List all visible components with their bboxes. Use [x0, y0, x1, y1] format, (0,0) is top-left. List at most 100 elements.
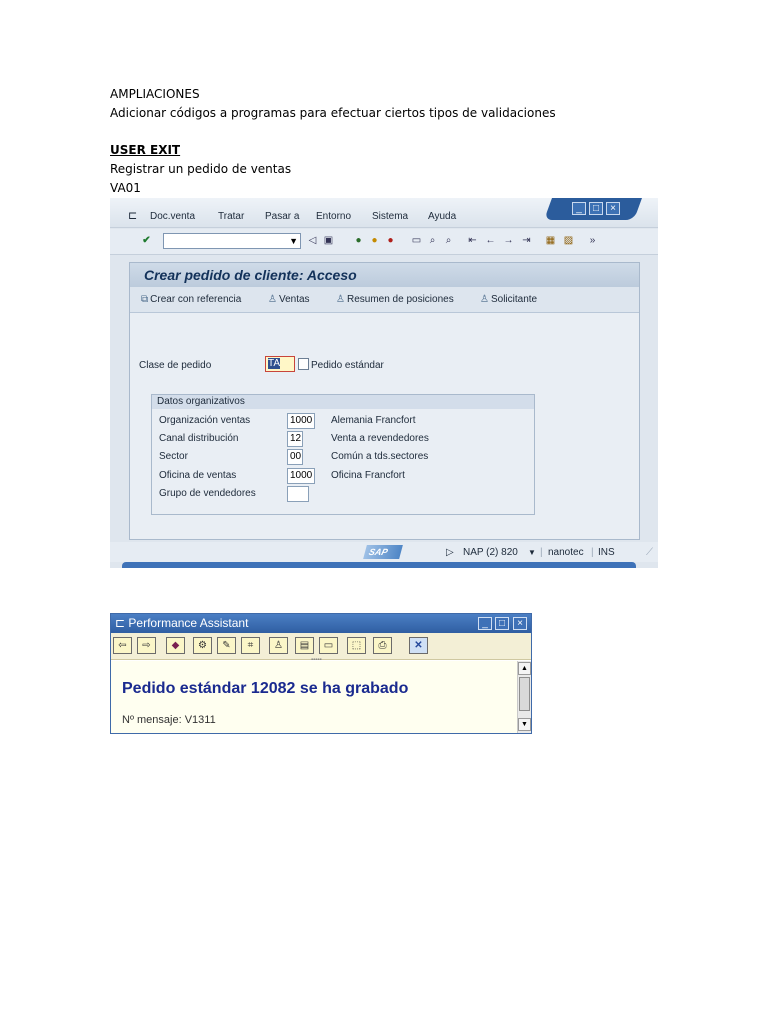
scroll-thumb[interactable] [519, 677, 530, 711]
pa-minimize-button[interactable]: _ [478, 617, 492, 630]
menu-entorno[interactable]: Entorno [316, 211, 351, 222]
menu-doc-venta[interactable]: Doc.venta [150, 211, 195, 222]
person-icon: ♙ [336, 294, 345, 305]
back-icon[interactable]: ● [352, 234, 365, 247]
pa-technical-info-icon[interactable]: ⚙ [193, 637, 212, 654]
performance-assistant-window: ⊏ Performance Assistant _ □ × ⇦ ⇨ ◆ ⚙ ✎ … [110, 613, 532, 734]
menu-sistema[interactable]: Sistema [372, 211, 408, 222]
scroll-down-icon[interactable]: ▼ [518, 718, 531, 731]
window-bottom-edge [122, 562, 636, 568]
menu-toggle-icon[interactable]: ⊏ [128, 209, 137, 222]
person-icon: ♙ [268, 294, 277, 305]
system-dropdown-icon[interactable]: ▼ [528, 548, 536, 557]
print-icon[interactable]: ▭ [410, 234, 423, 247]
previous-page-icon[interactable]: ← [484, 234, 497, 247]
division-description: Común a tds.sectores [331, 451, 429, 462]
pa-book-icon[interactable]: ◆ [166, 637, 185, 654]
menu-pasar-a[interactable]: Pasar a [265, 211, 299, 222]
sold-to-party-label: Solicitante [490, 294, 538, 305]
first-page-icon[interactable]: ⇤ [466, 234, 479, 247]
division-input[interactable]: 00 [287, 449, 303, 465]
status-bar: SAP ▷ NAP (2) 820 ▼ | nanotec | INS ⟋ [110, 542, 658, 562]
exit-icon[interactable]: ● [368, 234, 381, 247]
menu-tratar[interactable]: Tratar [218, 211, 244, 222]
sales-group-input[interactable] [287, 486, 309, 502]
system-info: NAP (2) 820 [463, 547, 518, 558]
sap-logo: SAP [363, 545, 403, 559]
create-with-reference-button[interactable]: ⧉ Crear con referencia [141, 294, 241, 305]
pa-scrollbar[interactable]: ▲ ▼ [517, 661, 531, 733]
back-triangle-icon[interactable]: ◁ [306, 234, 319, 247]
sales-office-description: Oficina Francfort [331, 470, 405, 481]
pa-title-bar: ⊏ Performance Assistant [111, 614, 531, 633]
save-icon[interactable]: ▣ [322, 234, 335, 247]
pa-bookmark-icon[interactable]: ⬚ [347, 637, 366, 654]
command-field[interactable]: ▼ [163, 233, 301, 249]
sales-office-label: Oficina de ventas [159, 470, 237, 481]
order-type-label: Clase de pedido [139, 360, 212, 371]
copy-icon: ⧉ [141, 294, 149, 305]
insert-mode: INS [598, 547, 615, 558]
new-session-icon[interactable]: ▦ [544, 234, 557, 247]
cancel-icon[interactable]: ● [384, 234, 397, 247]
pa-content: Pedido estándar 12082 se ha grabado Nº m… [111, 661, 517, 733]
doc-heading-user-exit: USER EXIT [110, 143, 181, 157]
system-toolbar: ✔ ▼ ◁ ▣ ● ● ● ▭ ⌕ ⌕ ⇤ ← → ⇥ ▦ ▨ » [110, 229, 658, 255]
last-page-icon[interactable]: ⇥ [520, 234, 533, 247]
sales-org-label: Organización ventas [159, 415, 251, 426]
sales-office-input[interactable]: 1000 [287, 468, 315, 484]
shortcut-icon[interactable]: ▨ [562, 234, 575, 247]
sold-to-party-button[interactable]: ♙ Solicitante [480, 294, 537, 305]
next-page-icon[interactable]: → [502, 234, 515, 247]
close-button[interactable]: × [606, 202, 620, 215]
item-overview-label: Resumen de posiciones [346, 294, 454, 305]
doc-transaction-code: VA01 [110, 181, 141, 195]
pa-table-icon[interactable]: ▤ [295, 637, 314, 654]
scroll-up-icon[interactable]: ▲ [518, 662, 531, 675]
find-next-icon[interactable]: ⌕ [442, 234, 455, 247]
pa-close-button[interactable]: × [513, 617, 527, 630]
doc-title: AMPLIACIONES [110, 87, 200, 101]
pa-message-number: Nº mensaje: V1311 [122, 714, 216, 726]
find-icon[interactable]: ⌕ [426, 234, 439, 247]
sales-org-description: Alemania Francfort [331, 415, 416, 426]
org-data-title: Datos organizativos [152, 395, 534, 409]
pa-back-icon[interactable]: ⇦ [113, 637, 132, 654]
distribution-channel-label: Canal distribución [159, 433, 239, 444]
pa-maximize-button[interactable]: □ [495, 617, 509, 630]
menu-bar: ⊏ Doc.venta Tratar Pasar a Entorno Siste… [110, 198, 658, 228]
pa-field-icon[interactable]: ▭ [319, 637, 338, 654]
person-icon: ♙ [480, 294, 489, 305]
pa-forward-icon[interactable]: ⇨ [137, 637, 156, 654]
status-expand-icon[interactable]: ▷ [446, 547, 454, 558]
pa-edit-icon[interactable]: ✎ [217, 637, 236, 654]
minimize-button[interactable]: _ [572, 202, 586, 215]
maximize-button[interactable]: □ [589, 202, 603, 215]
distribution-channel-input[interactable]: 12 [287, 431, 303, 447]
pa-close-icon[interactable]: ✕ [409, 637, 428, 654]
pa-toolbar: ⇦ ⇨ ◆ ⚙ ✎ ⌗ ♙ ▤ ▭ ⬚ ⎙ ✕ ▪▪▪▪▪ [111, 633, 531, 663]
pa-comment-icon[interactable]: ⌗ [241, 637, 260, 654]
pa-print-icon[interactable]: ⎙ [373, 637, 392, 654]
pa-people-icon[interactable]: ♙ [269, 637, 288, 654]
pa-message-heading: Pedido estándar 12082 se ha grabado [122, 680, 409, 697]
matchcode-icon[interactable] [298, 358, 309, 370]
resize-grip-icon[interactable]: ⟋ [646, 547, 653, 558]
enter-check-icon[interactable]: ✔ [140, 234, 153, 247]
sales-button[interactable]: ♙ Ventas [268, 294, 310, 305]
sap-window: ⊏ Doc.venta Tratar Pasar a Entorno Siste… [110, 198, 658, 568]
chevron-down-icon[interactable]: ▼ [289, 234, 298, 249]
status-separator: | [540, 547, 543, 558]
pa-window-icon: ⊏ [115, 616, 129, 630]
item-overview-button[interactable]: ♙ Resumen de posiciones [336, 294, 454, 305]
sales-label: Ventas [278, 294, 310, 305]
expand-toolbar-icon[interactable]: » [586, 234, 599, 247]
status-separator: | [591, 547, 594, 558]
menu-ayuda[interactable]: Ayuda [428, 211, 456, 222]
doc-subtitle: Registrar un pedido de ventas [110, 162, 292, 176]
sales-org-input[interactable]: 1000 [287, 413, 315, 429]
order-type-description: Pedido estándar [311, 360, 384, 371]
division-label: Sector [159, 451, 188, 462]
org-data-group: Datos organizativos Organización ventas … [151, 394, 535, 515]
order-type-input[interactable]: TA [265, 356, 295, 372]
